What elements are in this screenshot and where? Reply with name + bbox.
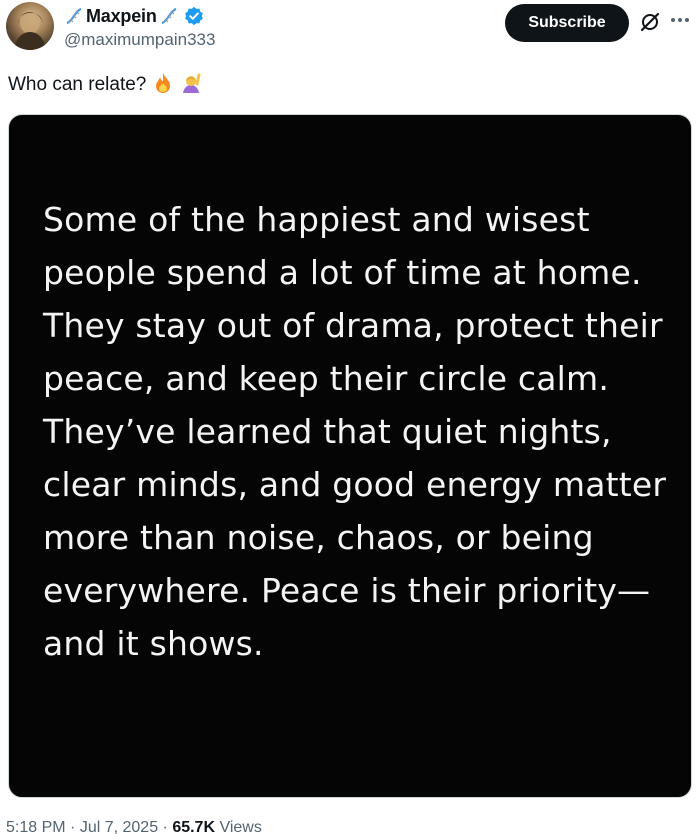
post-time[interactable]: 5:18 PM (6, 819, 66, 836)
display-name[interactable]: Maxpein (86, 6, 157, 27)
dna-icon (159, 6, 179, 26)
post-meta: 5:18 PM · Jul 7, 2025 · 65.7K Views (6, 819, 262, 837)
dna-icon (64, 6, 84, 26)
author-name-row[interactable]: Maxpein (64, 4, 204, 28)
post-text-row: Who can relate? (8, 72, 202, 98)
meta-separator: · (65, 819, 80, 836)
author-handle[interactable]: @maximumpain333 (64, 30, 215, 50)
meta-separator: · (158, 819, 173, 836)
person-raising-hand-emoji-icon (180, 72, 202, 98)
more-options-icon[interactable] (668, 8, 692, 32)
avatar[interactable] (6, 2, 54, 50)
grok-icon[interactable] (640, 12, 660, 32)
post-text: Who can relate? (8, 74, 147, 95)
avatar-image (14, 10, 46, 50)
verified-badge-icon[interactable] (184, 6, 204, 26)
fire-emoji-icon (152, 72, 174, 98)
image-quote-text: Some of the happiest and wisest people s… (43, 200, 667, 663)
post-date[interactable]: Jul 7, 2025 (80, 819, 158, 836)
subscribe-button[interactable]: Subscribe (505, 4, 629, 42)
views-count: 65.7K (172, 819, 216, 836)
views-label: Views (215, 819, 262, 836)
post-image[interactable]: Some of the happiest and wisest people s… (8, 114, 692, 798)
